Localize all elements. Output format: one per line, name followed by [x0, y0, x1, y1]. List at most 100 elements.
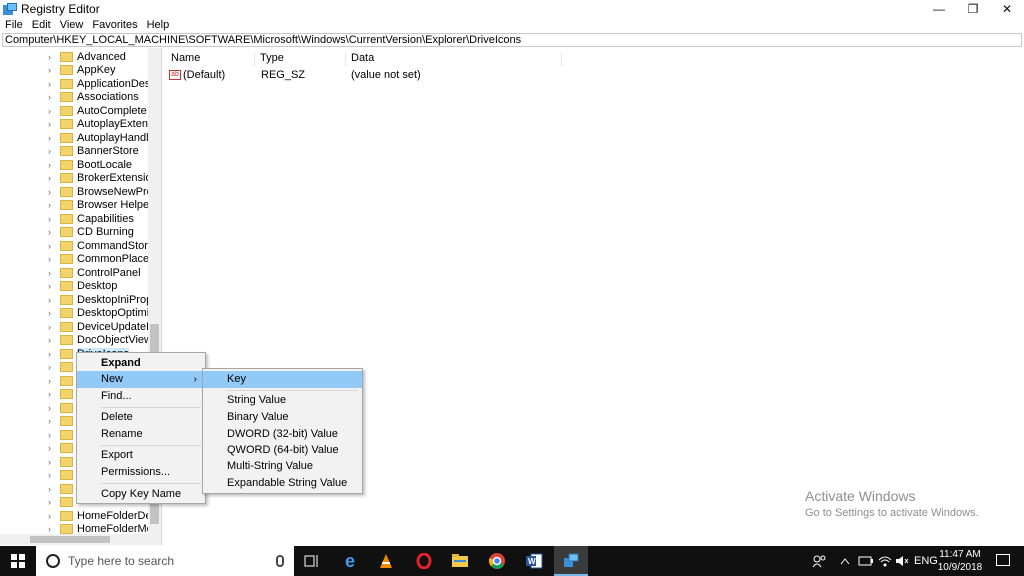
chevron-right-icon[interactable]: ›	[48, 268, 56, 278]
chevron-right-icon[interactable]: ›	[48, 470, 56, 480]
restore-button[interactable]: ❐	[956, 0, 990, 17]
chevron-right-icon[interactable]: ›	[48, 254, 56, 264]
chevron-right-icon[interactable]: ›	[48, 295, 56, 305]
chevron-right-icon[interactable]: ›	[48, 362, 56, 372]
chevron-right-icon[interactable]: ›	[48, 119, 56, 129]
tree-item[interactable]: ›HomeFolderDesktop	[48, 509, 161, 523]
opera-browser-icon[interactable]	[414, 551, 434, 571]
tree-item[interactable]: › Associations	[48, 91, 139, 105]
show-hidden-icons-icon[interactable]	[840, 546, 850, 576]
chevron-right-icon[interactable]: ›	[48, 322, 56, 332]
tree-item[interactable]: › ControlPanel	[48, 266, 141, 280]
menu-delete[interactable]: Delete	[77, 409, 205, 426]
minimize-button[interactable]: —	[922, 0, 956, 17]
menu-help[interactable]: Help	[142, 19, 174, 31]
tree-item[interactable]: › DesktopIniProperty	[48, 293, 161, 307]
menu-file[interactable]: File	[0, 19, 27, 31]
tree-item[interactable]: ›	[48, 428, 77, 442]
tree-item[interactable]: ›	[48, 361, 77, 375]
chevron-right-icon[interactable]: ›	[48, 524, 56, 534]
tree-item[interactable]: › AppKey	[48, 64, 116, 78]
chevron-right-icon[interactable]: ›	[48, 349, 56, 359]
tree-item[interactable]: ›	[48, 455, 77, 469]
menu-new-binary-value[interactable]: Binary Value	[203, 409, 362, 426]
menu-new[interactable]: New ›	[77, 371, 205, 388]
tree-item[interactable]: › AutoComplete	[48, 104, 147, 118]
chevron-right-icon[interactable]: ›	[48, 52, 56, 62]
tree-item[interactable]: › BootLocale	[48, 158, 132, 172]
menu-edit[interactable]: Edit	[27, 19, 55, 31]
menu-export[interactable]: Export	[77, 447, 205, 464]
chevron-right-icon[interactable]: ›	[48, 65, 56, 75]
start-button[interactable]	[0, 546, 36, 576]
chevron-right-icon[interactable]: ›	[48, 403, 56, 413]
chevron-right-icon[interactable]: ›	[48, 335, 56, 345]
chevron-right-icon[interactable]: ›	[48, 187, 56, 197]
tree-item[interactable]: ›	[48, 415, 77, 429]
people-icon[interactable]	[812, 546, 828, 576]
menu-new-multi-string-value[interactable]: Multi-String Value	[203, 458, 362, 475]
chevron-right-icon[interactable]: ›	[48, 308, 56, 318]
close-button[interactable]: ✕	[990, 0, 1024, 17]
menu-favorites[interactable]: Favorites	[87, 19, 141, 31]
tree-item[interactable]: › AutoplayExtension	[48, 118, 161, 132]
chevron-right-icon[interactable]: ›	[48, 416, 56, 426]
tree-item[interactable]: ›BrowseNewProcess	[48, 185, 161, 199]
menu-new-dword-value[interactable]: DWORD (32-bit) Value	[203, 426, 362, 443]
chevron-right-icon[interactable]: ›	[48, 200, 56, 210]
task-view-icon[interactable]	[302, 551, 322, 571]
chevron-right-icon[interactable]: ›	[48, 389, 56, 399]
tree-item[interactable]: ›	[48, 482, 77, 496]
registry-editor-taskbar-button[interactable]	[554, 546, 588, 576]
tree-item[interactable]: ›	[48, 496, 77, 510]
tree-item[interactable]: › CommonPlaces	[48, 253, 155, 267]
menu-view[interactable]: View	[55, 19, 88, 31]
menu-permissions[interactable]: Permissions...	[77, 464, 205, 481]
file-explorer-icon[interactable]	[450, 551, 470, 571]
tree-item[interactable]: › BrokerExtensions	[48, 172, 161, 186]
chevron-right-icon[interactable]: ›	[48, 430, 56, 440]
tree-item[interactable]: › Capabilities	[48, 212, 134, 226]
column-name[interactable]: Name	[166, 52, 255, 66]
network-icon[interactable]	[878, 546, 892, 576]
action-center-icon[interactable]	[996, 554, 1010, 566]
tree-item[interactable]: ›DeviceUpdateLocat	[48, 320, 161, 334]
vlc-player-icon[interactable]	[376, 551, 396, 571]
tree-item[interactable]: › ApplicationDestina	[48, 77, 161, 91]
tree-item[interactable]: ›	[48, 469, 77, 483]
battery-icon[interactable]	[858, 546, 874, 576]
menu-expand[interactable]: Expand	[77, 355, 205, 372]
chevron-right-icon[interactable]: ›	[48, 241, 56, 251]
tree-item[interactable]: › DocObjectView	[48, 334, 152, 348]
chevron-right-icon[interactable]: ›	[48, 214, 56, 224]
chevron-right-icon[interactable]: ›	[48, 484, 56, 494]
column-data[interactable]: Data	[346, 52, 562, 66]
chevron-right-icon[interactable]: ›	[48, 92, 56, 102]
tree-item[interactable]: ›	[48, 374, 77, 388]
microphone-icon[interactable]	[276, 555, 284, 567]
menu-copy-key-name[interactable]: Copy Key Name	[77, 486, 205, 503]
menu-new-string-value[interactable]: String Value	[203, 392, 362, 409]
value-row[interactable]: ab (Default) REG_SZ (value not set)	[166, 68, 421, 82]
tree-item[interactable]: › DesktopOptimizati	[48, 307, 161, 321]
tree-item[interactable]: ›	[48, 442, 77, 456]
chevron-right-icon[interactable]: ›	[48, 281, 56, 291]
menu-rename[interactable]: Rename	[77, 426, 205, 443]
tree-item[interactable]: › CD Burning	[48, 226, 134, 240]
chevron-right-icon[interactable]: ›	[48, 376, 56, 386]
chevron-right-icon[interactable]: ›	[48, 133, 56, 143]
word-icon[interactable]: W	[524, 551, 544, 571]
chrome-browser-icon[interactable]	[487, 551, 507, 571]
menu-new-key[interactable]: Key	[203, 371, 362, 388]
tree-item[interactable]: › Advanced	[48, 50, 126, 64]
chevron-right-icon[interactable]: ›	[48, 79, 56, 89]
tree-horizontal-scrollbar[interactable]	[0, 534, 148, 545]
chevron-right-icon[interactable]: ›	[48, 497, 56, 507]
chevron-right-icon[interactable]: ›	[48, 511, 56, 521]
taskbar-search-box[interactable]: Type here to search	[36, 546, 294, 576]
chevron-right-icon[interactable]: ›	[48, 443, 56, 453]
chevron-right-icon[interactable]: ›	[48, 146, 56, 156]
chevron-right-icon[interactable]: ›	[48, 227, 56, 237]
volume-muted-icon[interactable]	[895, 546, 909, 576]
column-type[interactable]: Type	[255, 52, 346, 66]
